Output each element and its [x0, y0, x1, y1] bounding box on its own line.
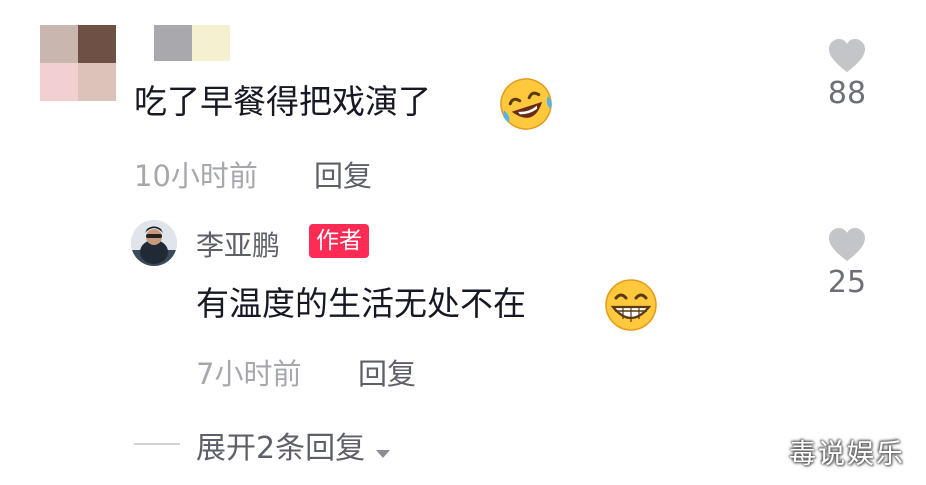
- author-avatar[interactable]: [131, 220, 177, 266]
- author-photo: [131, 220, 177, 266]
- author-badge: 作者: [309, 224, 369, 258]
- author-reply-text: 有温度的生活无处不在: [196, 284, 526, 323]
- heart-icon[interactable]: [827, 227, 867, 263]
- author-username[interactable]: 李亚鹏: [196, 224, 280, 264]
- commenter-name-pixelated[interactable]: [154, 25, 230, 61]
- author-reply-timestamp: 7小时前: [196, 357, 302, 391]
- comment-reply-button[interactable]: 回复: [314, 153, 372, 195]
- expand-replies-button[interactable]: 展开2条回复: [196, 423, 392, 466]
- expand-divider: [134, 443, 180, 445]
- commenter-avatar-pixelated[interactable]: [40, 25, 116, 101]
- author-reply-like[interactable]: 25: [812, 227, 882, 300]
- comment-like[interactable]: 88: [812, 38, 882, 111]
- author-reply-like-count: 25: [827, 265, 867, 300]
- expand-replies-label: 展开2条回复: [196, 431, 366, 466]
- author-reply-reply-button[interactable]: 回复: [358, 351, 416, 393]
- comment-timestamp: 10小时前: [134, 159, 258, 193]
- caret-down-icon: [376, 449, 391, 458]
- heart-icon[interactable]: [827, 38, 867, 74]
- grinning-emoji: [605, 279, 657, 331]
- watermark-text: 毒说娱乐: [789, 439, 905, 470]
- comment-text: 吃了早餐得把戏演了: [134, 82, 431, 121]
- comment-like-count: 88: [827, 76, 867, 111]
- laughing-crying-emoji: [500, 78, 552, 130]
